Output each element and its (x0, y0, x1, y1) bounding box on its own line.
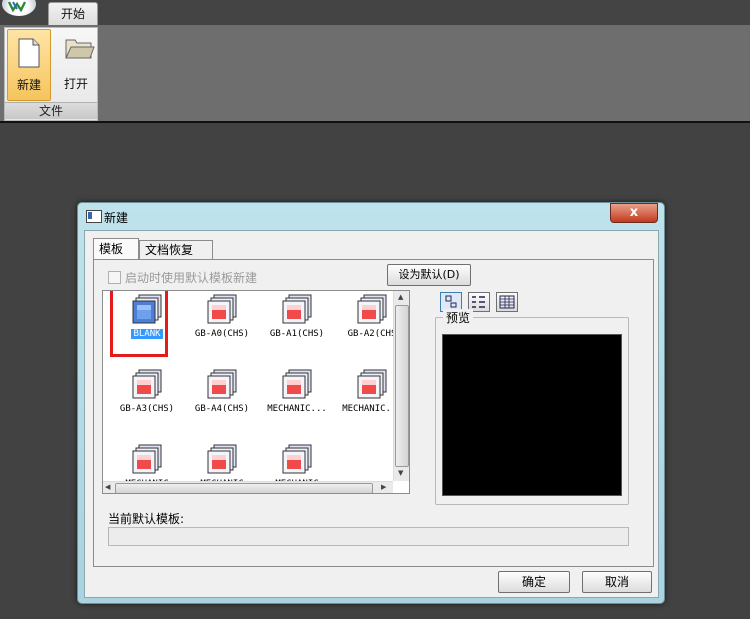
ribbon: 新建 打开 文件 (0, 25, 750, 123)
tab-document-recovery[interactable]: 文档恢复 (139, 240, 213, 259)
template-caption-text: GB-A3(CHS) (119, 404, 175, 414)
template-item[interactable]: GB-A3(CHS) (111, 364, 183, 424)
dialog-window-icon (86, 210, 102, 223)
template-caption-text: GB-A4(CHS) (194, 404, 250, 414)
template-icon (206, 368, 238, 403)
scroll-left-icon[interactable]: ◀ (105, 483, 110, 491)
ok-button[interactable]: 确定 (498, 571, 570, 593)
scroll-up-icon[interactable]: ▲ (398, 293, 403, 301)
app-logo-icon[interactable] (2, 0, 36, 16)
details-view-icon (499, 295, 515, 309)
current-default-label: 当前默认模板: (108, 512, 185, 526)
close-button[interactable]: x (610, 203, 658, 223)
horizontal-scrollbar[interactable]: ◀ ▶ (103, 481, 393, 493)
template-icon (281, 368, 313, 403)
view-details-button[interactable] (496, 292, 518, 312)
new-button[interactable]: 新建 (7, 29, 51, 101)
scroll-down-icon[interactable]: ▼ (398, 469, 403, 477)
cancel-button[interactable]: 取消 (582, 571, 652, 593)
templates-panel: 启动时使用默认模板新建 设为默认(D) BLANK GB-A0(CHS) GB-… (93, 259, 654, 567)
template-item[interactable]: GB-A1(CHS) (261, 291, 333, 349)
template-item[interactable]: GB-A4(CHS) (186, 364, 258, 424)
template-list[interactable]: BLANK GB-A0(CHS) GB-A1(CHS) GB-A2(CHS GB… (102, 290, 410, 494)
ribbon-group-file: 新建 打开 文件 (4, 27, 98, 121)
scroll-right-icon[interactable]: ▶ (381, 483, 386, 491)
checkbox-box[interactable] (108, 271, 121, 284)
template-icon (356, 293, 388, 328)
template-icon (206, 443, 238, 478)
open-button[interactable]: 打开 (55, 29, 97, 99)
new-dialog: 新建 x 模板 文档恢复 启动时使用默认模板新建 设为默认(D) BLANK G… (77, 202, 665, 604)
set-default-button[interactable]: 设为默认(D) (387, 264, 471, 286)
ribbon-group-label: 文件 (5, 102, 97, 119)
new-button-label: 新建 (16, 78, 41, 92)
horizontal-scroll-thumb[interactable] (115, 483, 373, 493)
current-default-field (108, 527, 629, 546)
startup-default-label: 启动时使用默认模板新建 (125, 271, 258, 285)
template-item[interactable]: MECHANIC... (261, 364, 333, 424)
ribbon-tab-start[interactable]: 开始 (48, 2, 98, 27)
preview-area (442, 334, 622, 496)
template-caption: GB-A1(CHS) (255, 329, 339, 339)
vertical-scrollbar[interactable]: ▲ ▼ (393, 291, 409, 481)
template-caption: GB-A3(CHS) (105, 404, 189, 414)
vertical-scroll-thumb[interactable] (395, 305, 409, 467)
template-icon (131, 443, 163, 478)
open-button-label: 打开 (63, 77, 88, 91)
open-folder-icon (65, 37, 95, 64)
template-icon (281, 443, 313, 478)
new-document-icon (18, 38, 40, 71)
dialog-title: 新建 (104, 211, 129, 225)
template-caption-text: GB-A2(CHS (347, 329, 397, 339)
template-icon (356, 368, 388, 403)
template-caption: GB-A0(CHS) (180, 329, 264, 339)
template-icon (206, 293, 238, 328)
template-caption-text: GB-A0(CHS) (194, 329, 250, 339)
template-caption: MECHANIC... (255, 404, 339, 414)
app-title-bar: 开始 (0, 0, 750, 27)
template-caption-text: MECHANIC... (267, 404, 327, 414)
template-caption-text: GB-A1(CHS) (269, 329, 325, 339)
tab-templates[interactable]: 模板 (93, 238, 139, 261)
template-icon (281, 293, 313, 328)
dialog-client-area: 模板 文档恢复 启动时使用默认模板新建 设为默认(D) BLANK GB-A0(… (84, 230, 659, 598)
preview-label: 预览 (443, 309, 474, 326)
template-icon (131, 368, 163, 403)
highlight-box (110, 291, 168, 357)
template-item[interactable]: GB-A0(CHS) (186, 291, 258, 349)
startup-default-checkbox[interactable]: 启动时使用默认模板新建 (108, 269, 257, 286)
preview-group (435, 317, 629, 505)
template-caption: GB-A4(CHS) (180, 404, 264, 414)
